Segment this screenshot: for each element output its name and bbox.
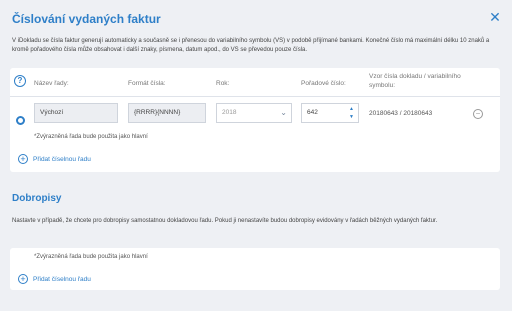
add-series-button[interactable]: + Přidat číselnou řadu [18,154,91,164]
chevron-down-icon[interactable]: ▼ [347,113,356,121]
year-select[interactable]: 2018 ⌄ [216,103,292,123]
credit-notes-description: Nastavte v případě, že chcete pro dobrop… [12,218,438,224]
dialog-title: Číslování vydaných faktur [12,12,161,26]
add-credit-series-button[interactable]: + Přidat číselnou řadu [18,274,91,284]
plus-circle-icon: + [18,154,28,164]
close-icon[interactable]: ✕ [488,10,502,24]
add-credit-series-label: Přidat číselnou řadu [33,275,91,283]
stepper-arrows[interactable]: ▲ ▼ [347,105,356,121]
credit-notes-card: *Zvýrazněná řada bude použita jako hlavn… [10,248,500,290]
header-name: Název řady: [34,80,69,87]
series-name-field[interactable]: Výchozí [34,103,118,123]
header-format: Formát čísla: [128,80,166,87]
header-year: Rok: [216,80,230,87]
add-series-label: Přidat číselnou řadu [33,155,91,163]
minus-circle-icon[interactable]: − [473,109,483,119]
numbering-dialog: Číslování vydaných faktur ✕ V iDokladu s… [0,0,512,311]
header-sample: Vzor čísla dokladu / variabilního symbol… [369,72,461,90]
header-divider [10,96,500,97]
chevron-down-icon: ⌄ [280,108,287,117]
chevron-up-icon[interactable]: ▲ [347,105,356,113]
sample-number: 20180643 / 20180643 [369,110,433,117]
primary-series-radio[interactable] [16,116,25,125]
help-icon[interactable]: ? [14,75,26,87]
order-number-stepper[interactable]: 642 ▲ ▼ [301,103,359,123]
number-format-field[interactable]: {RRRR}{NNNN} [128,103,206,123]
year-value: 2018 [222,109,237,116]
header-sample-line2: symbolu: [369,82,396,89]
header-sample-line1: Vzor čísla dokladu / variabilního [369,73,461,80]
order-number-value: 642 [307,109,318,116]
credit-notes-title: Dobropisy [12,193,62,204]
plus-circle-icon: + [18,274,28,284]
header-order: Pořadové číslo: [301,80,346,87]
credit-primary-note: *Zvýrazněná řada bude použita jako hlavn… [34,254,148,260]
dialog-description: V iDokladu se čísla faktur generují auto… [12,38,490,53]
invoice-series-card: ? Název řady: Formát čísla: Rok: Pořadov… [10,68,500,172]
primary-note: *Zvýrazněná řada bude použita jako hlavn… [34,134,148,140]
